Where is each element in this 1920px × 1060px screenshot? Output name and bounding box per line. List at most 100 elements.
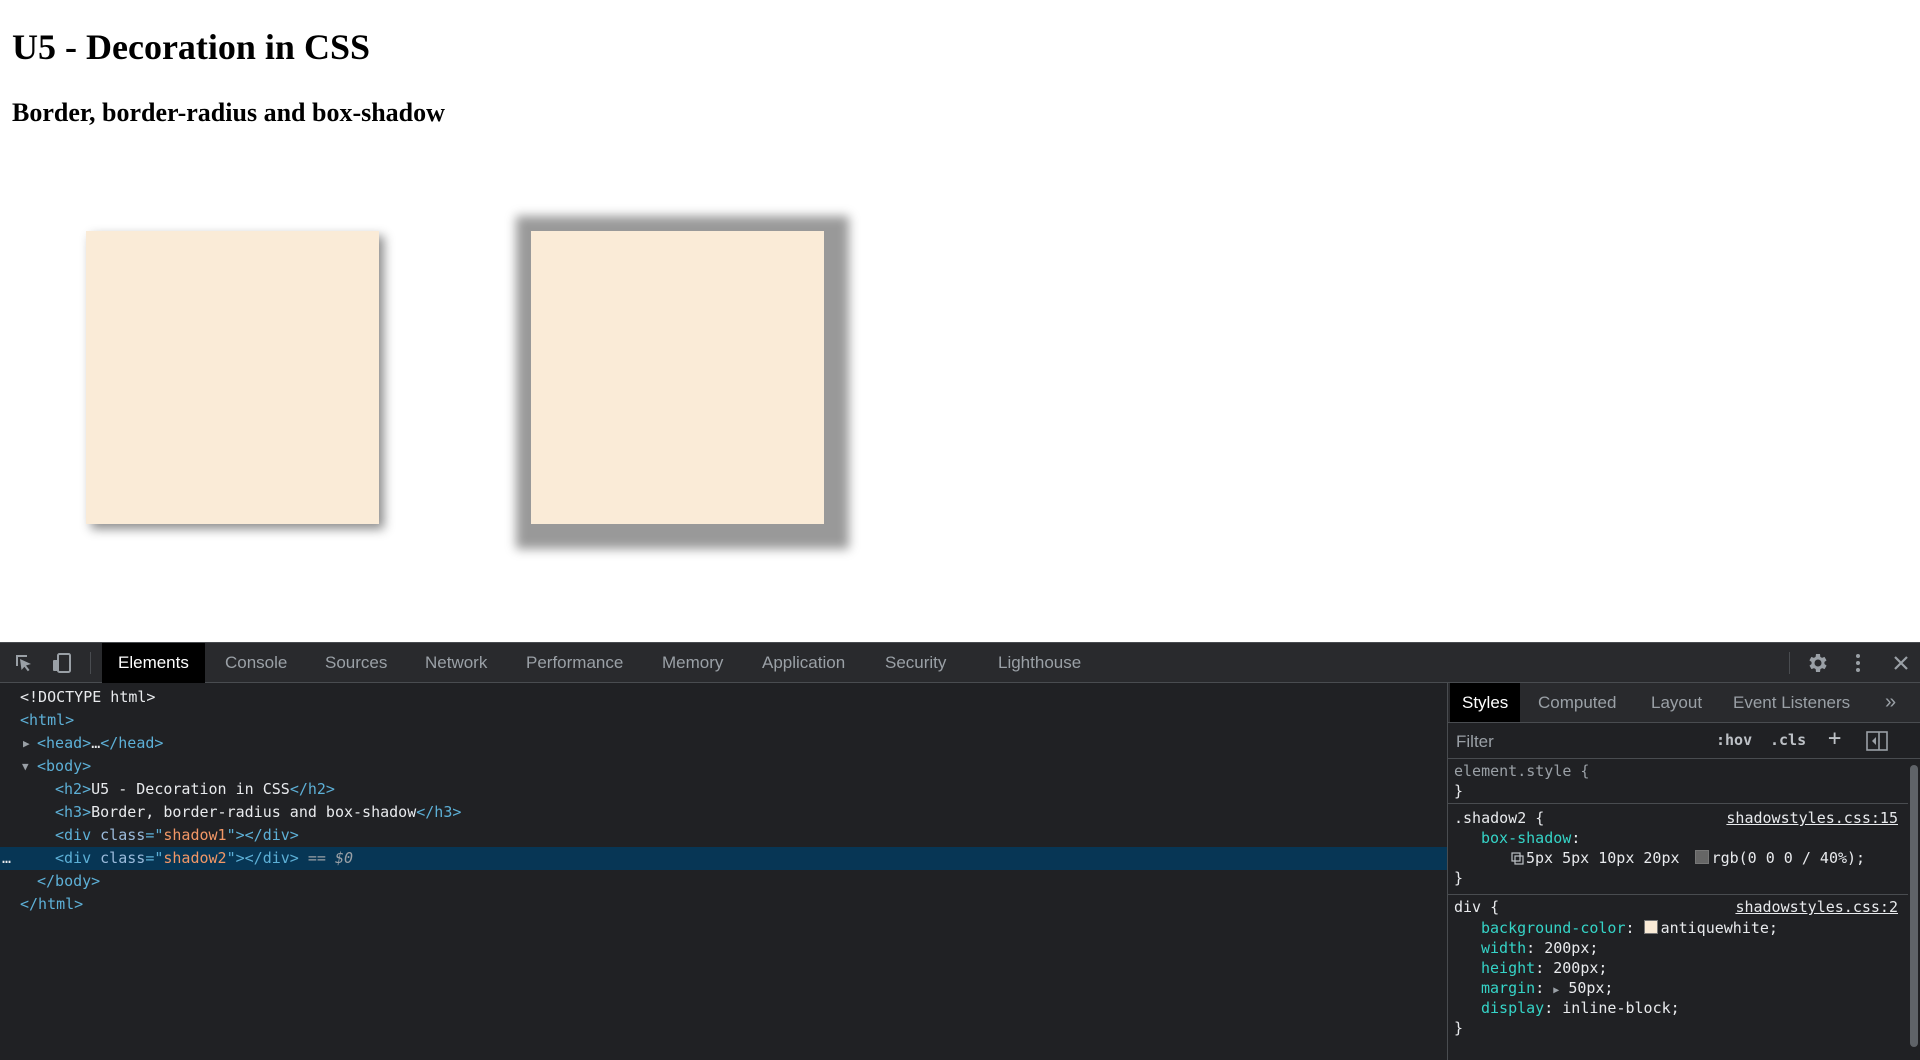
color-swatch[interactable] [1643,920,1658,934]
shadow-color-value: rgb(0 0 0 / 40%); [1711,849,1866,867]
shadow2-rule: .shadow2 { shadowstyles.css:15 box-shado… [1448,804,1908,895]
tab-lighthouse[interactable]: Lighthouse [982,643,1097,683]
head-open-tag: <head> [37,734,92,752]
tab-elements[interactable]: Elements [102,643,205,683]
div-open-tag: <div [55,849,92,867]
shadow-offsets-value: 5px 5px 10px 20px [1526,849,1680,867]
new-style-rule-button[interactable]: + [1828,726,1841,751]
rule-selector[interactable]: div { [1454,897,1499,917]
element-style-rule: element.style { } [1448,759,1908,804]
property-value: inline-block; [1562,999,1680,1017]
expand-triangle-icon[interactable]: ▶ [23,732,30,755]
dom-node-div-shadow1[interactable]: <div class="shadow1"></div> [0,824,1447,847]
dom-node-head[interactable]: ▶ <head>…</head> [0,732,1447,755]
tab-computed[interactable]: Computed [1526,683,1628,722]
div-open-tag: <div [55,826,92,844]
devtools-panel: Elements Console Sources Network Perform… [0,642,1920,1060]
dom-node-doctype[interactable]: <!DOCTYPE html> [0,686,1447,709]
property-value: 200px; [1553,959,1608,977]
box-shadow-declaration[interactable]: box-shadow: [1481,828,1580,848]
dom-node-html-close[interactable]: </html> [0,893,1447,916]
property-name: height [1481,959,1536,977]
gear-icon[interactable] [1805,651,1829,675]
rule-source-link[interactable]: shadowstyles.css:2 [1735,897,1898,917]
expand-triangle-icon[interactable]: ▶ [1553,985,1559,996]
dom-tree: <!DOCTYPE html> <html> ▶ <head>…</head> … [0,683,1447,1060]
h2-open-tag: <h2> [55,780,92,798]
device-toolbar-icon[interactable] [50,651,74,675]
styles-filter-input[interactable] [1454,728,1706,756]
property-value: 50px; [1568,979,1614,997]
element-style-selector[interactable]: element.style { [1454,762,1589,780]
h3-open-tag: <h3> [55,803,92,821]
toggle-sidebar-icon[interactable] [1866,731,1888,756]
tab-performance[interactable]: Performance [510,643,639,683]
rule-source-link[interactable]: shadowstyles.css:15 [1726,808,1898,828]
property-name: width [1481,939,1527,957]
inspect-element-icon[interactable] [12,651,36,675]
box-shadow-value[interactable]: 5px 5px 10px 20px rgb(0 0 0 / 40%); [1511,848,1865,868]
rule-selector[interactable]: .shadow2 { [1454,808,1544,828]
property-value: antiquewhite; [1660,919,1778,937]
display-declaration[interactable]: display: inline-block; [1481,998,1680,1018]
dom-node-h3[interactable]: <h3>Border, border-radius and box-shadow… [0,801,1447,824]
tab-event-listeners[interactable]: Event Listeners [1721,683,1862,722]
tab-security[interactable]: Security [869,643,962,683]
shadow2-box [531,231,824,524]
body-open-tag: <body> [37,757,92,775]
styles-scrollbar[interactable] [1910,765,1918,1047]
attr-quote: " [226,826,236,844]
margin-declaration[interactable]: margin: ▶ 50px; [1481,978,1613,998]
class-attr-value: shadow1 [163,826,227,844]
shadow-editor-icon[interactable] [1511,850,1524,870]
attr-eq: =" [145,826,164,844]
head-ellipsis[interactable]: … [91,734,100,752]
h3-text: Border, border-radius and box-shadow [91,803,417,821]
html-close-tag: </html> [20,895,84,913]
dom-node-div-shadow2-selected[interactable]: … <div class="shadow2"></div> == $0 [0,847,1447,870]
div-rule: div { shadowstyles.css:2 background-colo… [1448,895,1908,1060]
class-attr-value: shadow2 [163,849,227,867]
color-swatch[interactable] [1694,850,1709,864]
hov-toggle[interactable]: :hov [1716,731,1752,749]
close-icon[interactable] [1889,651,1913,675]
tab-styles[interactable]: Styles [1450,683,1521,722]
dom-node-body-close[interactable]: </body> [0,870,1447,893]
body-close-tag: </body> [37,872,101,890]
collapse-triangle-icon[interactable]: ▼ [22,755,29,778]
tab-layout[interactable]: Layout [1639,683,1714,722]
tab-network[interactable]: Network [409,643,503,683]
tab-sources[interactable]: Sources [309,643,403,683]
styles-sidebar: Styles Computed Layout Event Listeners »… [1447,683,1920,1060]
page-viewport: U5 - Decoration in CSS Border, border-ra… [0,0,1920,642]
dom-node-h2[interactable]: <h2>U5 - Decoration in CSS</h2> [0,778,1447,801]
width-declaration[interactable]: width: 200px; [1481,938,1598,958]
h2-text: U5 - Decoration in CSS [91,780,290,798]
property-name: margin [1481,979,1536,997]
more-vert-icon[interactable] [1846,651,1870,675]
class-attr-name: class [100,826,146,844]
property-name: display [1481,999,1545,1017]
dom-node-html[interactable]: <html> [0,709,1447,732]
property-value: 200px; [1544,939,1599,957]
attr-eq: =" [145,849,164,867]
div-close-tag: ></div> [235,826,299,844]
head-close-tag: </head> [100,734,164,752]
doctype-text: <!DOCTYPE html> [20,688,156,706]
property-name: background-color [1481,919,1626,937]
background-color-declaration[interactable]: background-color: antiquewhite; [1481,918,1778,938]
close-brace: } [1454,1019,1464,1037]
shadow1-box [86,231,379,524]
close-brace: } [1454,782,1464,800]
tab-memory[interactable]: Memory [646,643,739,683]
node-actions-dots[interactable]: … [2,847,11,870]
more-tabs-chevron-icon[interactable]: » [1873,683,1908,722]
height-declaration[interactable]: height: 200px; [1481,958,1607,978]
dom-node-body[interactable]: ▼ <body> [0,755,1447,778]
class-attr-name: class [100,849,146,867]
h3-close-tag: </h3> [416,803,462,821]
cls-toggle[interactable]: .cls [1770,731,1806,749]
devtools-toolbar: Elements Console Sources Network Perform… [0,642,1920,683]
tab-console[interactable]: Console [209,643,303,683]
tab-application[interactable]: Application [746,643,861,683]
